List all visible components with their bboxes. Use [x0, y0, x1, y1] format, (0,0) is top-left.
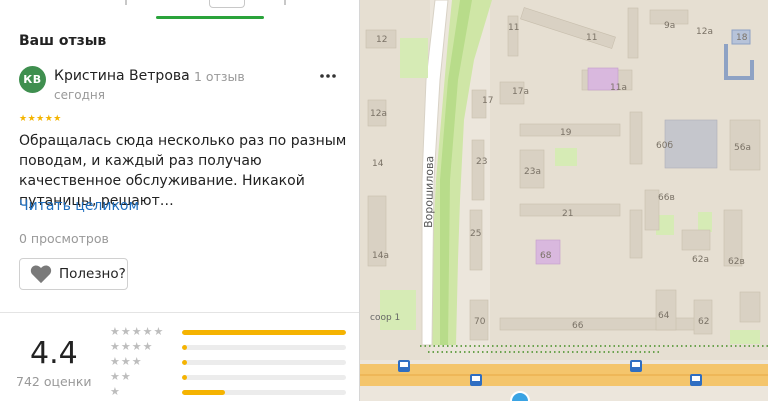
building-number: 21	[562, 209, 573, 219]
views-count: 0 просмотров	[19, 231, 109, 246]
building-label: соор 1	[370, 313, 400, 323]
metro-station-icon[interactable]	[510, 391, 530, 401]
rating-bar	[182, 375, 346, 380]
rating-row-stars: ★★★	[110, 355, 143, 368]
rating-row-2[interactable]: ★★	[110, 370, 350, 385]
author-reviews-count: 1 отзыв	[194, 69, 245, 84]
more-dots-icon	[320, 74, 336, 78]
rating-bar-fill	[182, 330, 346, 335]
building-number: 12а	[696, 27, 713, 37]
rating-bar-fill	[182, 390, 225, 395]
rating-row-5[interactable]: ★★★★★	[110, 325, 350, 340]
useful-button[interactable]: Полезно?	[19, 258, 128, 290]
section-title: Ваш отзыв	[19, 33, 107, 49]
read-more-link[interactable]: Читать целиком	[19, 198, 139, 214]
building-number: 14а	[372, 251, 389, 261]
heart-icon	[30, 265, 52, 284]
avatar[interactable]: КВ	[19, 66, 46, 93]
building-number: 25	[470, 229, 481, 239]
rating-distribution: ★★★★★ ★★★★ ★★★ ★★ ★	[110, 325, 350, 401]
map-canvas[interactable]: Ворошилова соор 1 12 11 11 9а 12а 18 17а…	[360, 0, 768, 401]
street-label: Ворошилова	[422, 156, 436, 228]
building-number: 62	[698, 317, 709, 327]
more-options-button[interactable]	[318, 66, 338, 86]
building-number: 56а	[734, 143, 751, 153]
tab-scroll-handle[interactable]	[209, 0, 245, 8]
rating-bar	[182, 330, 346, 335]
building-number: 62в	[728, 257, 745, 267]
author-separator: ·	[184, 68, 189, 83]
building-number: 23	[476, 157, 487, 167]
rating-row-4[interactable]: ★★★★	[110, 340, 350, 355]
building-number: 68	[540, 251, 552, 261]
tab-divider	[125, 0, 127, 5]
building-number: 70	[474, 317, 486, 327]
building-number: 17а	[512, 87, 529, 97]
review-date: сегодня	[54, 88, 105, 102]
bus-stop-icon[interactable]	[398, 360, 410, 372]
business-reviews-panel: Ваш отзыв КВ Кристина Ветрова · 1 отзыв …	[0, 0, 360, 401]
rating-value: 4.4	[30, 336, 78, 371]
map-bottom-area	[360, 386, 768, 401]
rating-bar-fill	[182, 360, 187, 365]
rating-bar	[182, 390, 346, 395]
tabs-strip	[0, 0, 359, 20]
building-number: 17	[482, 96, 493, 106]
useful-label: Полезно?	[59, 266, 126, 282]
building-number: 66	[572, 321, 584, 331]
tab-active-indicator	[156, 16, 264, 19]
building-number: 66в	[658, 193, 675, 203]
building-number: 62а	[692, 255, 709, 265]
rating-row-3[interactable]: ★★★	[110, 355, 350, 370]
building-number: 12а	[370, 109, 387, 119]
building-number: 18	[736, 33, 748, 43]
tab-divider	[284, 0, 286, 5]
rating-row-stars: ★	[110, 385, 121, 398]
building-number: 19	[560, 128, 572, 138]
rating-bar-fill	[182, 345, 187, 350]
bus-stop-icon[interactable]	[470, 374, 482, 386]
building-number: 64	[658, 311, 670, 321]
rating-row-stars: ★★★★	[110, 340, 154, 353]
rating-bar-fill	[182, 375, 187, 380]
rating-bar	[182, 345, 346, 350]
review-stars: ★★★★★	[19, 114, 62, 124]
building-number: 11	[508, 23, 519, 33]
building-number: 11	[586, 33, 597, 43]
building-number: 9а	[664, 21, 675, 31]
building-number: 23а	[524, 167, 541, 177]
rating-row-stars: ★★	[110, 370, 132, 383]
rating-row-stars: ★★★★★	[110, 325, 165, 338]
author-name[interactable]: Кристина Ветрова	[54, 68, 190, 84]
bus-stop-icon[interactable]	[690, 374, 702, 386]
building-number: 11а	[610, 83, 627, 93]
building-number: 12	[376, 35, 387, 45]
divider	[0, 312, 359, 313]
bus-stop-icon[interactable]	[630, 360, 642, 372]
rating-row-1[interactable]: ★	[110, 385, 350, 400]
building-number: 60б	[656, 141, 673, 151]
map-view[interactable]: Ворошилова соор 1 12 11 11 9а 12а 18 17а…	[360, 0, 768, 401]
rating-count: 742 оценки	[16, 374, 92, 389]
building-number: 14	[372, 159, 384, 169]
rating-bar	[182, 360, 346, 365]
